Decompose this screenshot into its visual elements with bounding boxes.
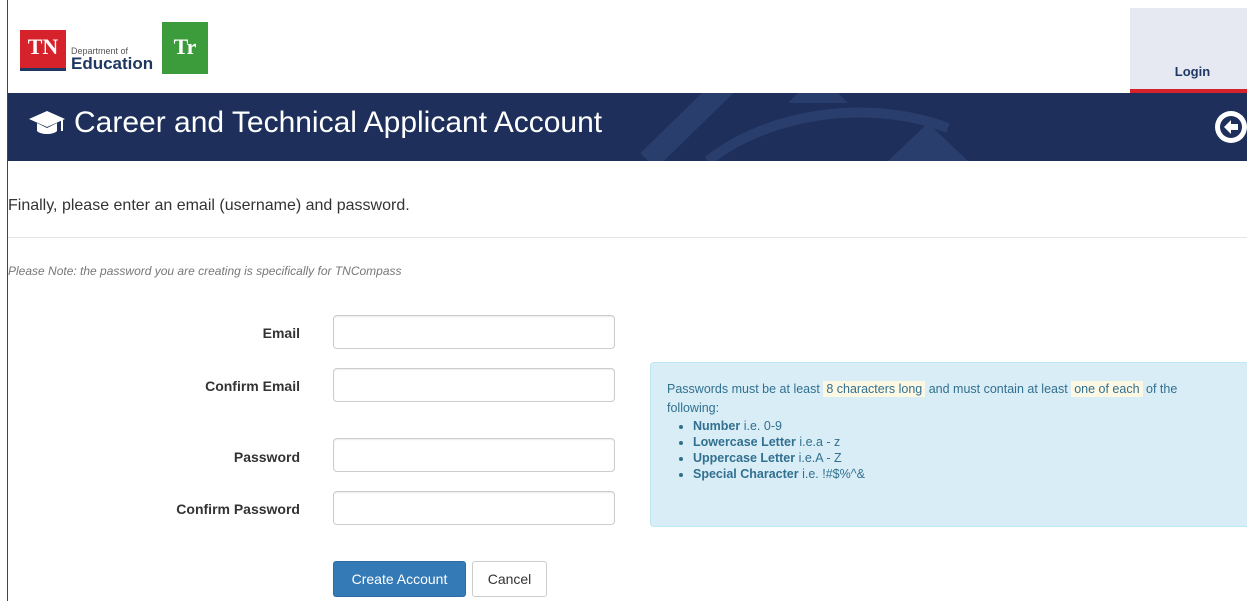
requirement-name: Lowercase Letter [693, 435, 796, 449]
form-instruction: Finally, please enter an email (username… [8, 197, 410, 214]
confirm-email-field[interactable] [333, 368, 615, 402]
list-item: Lowercase Letter i.e.a - z [693, 434, 1231, 450]
password-requirements-text: Passwords must be at least 8 characters … [667, 380, 1231, 418]
dept-label-big: Education [71, 54, 154, 73]
email-label: Email [262, 325, 300, 341]
list-item: Uppercase Letter i.e.A - Z [693, 450, 1231, 466]
list-item: Special Character i.e. !#$%^& [693, 466, 1231, 482]
rules-intro-1: Passwords must be at least [667, 382, 820, 396]
rules-highlight-length: 8 characters long [823, 381, 926, 397]
login-label: Login [1174, 64, 1211, 79]
password-field[interactable] [333, 438, 615, 472]
password-label: Password [233, 449, 300, 465]
rules-intro-2: and must contain at least [928, 382, 1068, 396]
graduation-cap-icon [28, 109, 66, 144]
requirement-name: Number [693, 419, 741, 433]
cancel-button[interactable]: Cancel [472, 561, 547, 597]
requirement-name: Special Character [693, 467, 799, 481]
confirm-email-label: Confirm Email [205, 378, 300, 394]
tn-logo-mark: TN [20, 30, 66, 70]
requirement-example: i.e. !#$%^& [802, 467, 865, 481]
password-requirements-box: Passwords must be at least 8 characters … [650, 362, 1247, 527]
tr-logo[interactable]: Tr [162, 22, 208, 74]
login-tab[interactable]: Login [1130, 8, 1247, 93]
circle-arrow-left-icon[interactable] [1214, 110, 1247, 149]
tn-education-logo[interactable]: TN Department of Education [16, 28, 154, 78]
page-banner: Career and Technical Applicant Account [8, 93, 1247, 161]
requirement-example: i.e.A - Z [798, 451, 842, 465]
requirement-name: Uppercase Letter [693, 451, 796, 465]
tn-logo-underline [20, 68, 66, 71]
create-account-button[interactable]: Create Account [333, 561, 466, 597]
rules-highlight-each: one of each [1071, 381, 1143, 397]
page-title: Career and Technical Applicant Account [74, 106, 603, 139]
site-header: TN Department of Education Tr Login [8, 0, 1247, 93]
confirm-password-label: Confirm Password [176, 501, 300, 517]
password-requirements-list: Number i.e. 0-9 Lowercase Letter i.e.a -… [667, 418, 1231, 482]
password-note: Please Note: the password you are creati… [8, 264, 402, 278]
requirement-example: i.e.a - z [799, 435, 841, 449]
confirm-password-field[interactable] [333, 491, 615, 525]
requirement-example: i.e. 0-9 [743, 419, 782, 433]
email-field[interactable] [333, 315, 615, 349]
section-divider [8, 237, 1247, 238]
list-item: Number i.e. 0-9 [693, 418, 1231, 434]
